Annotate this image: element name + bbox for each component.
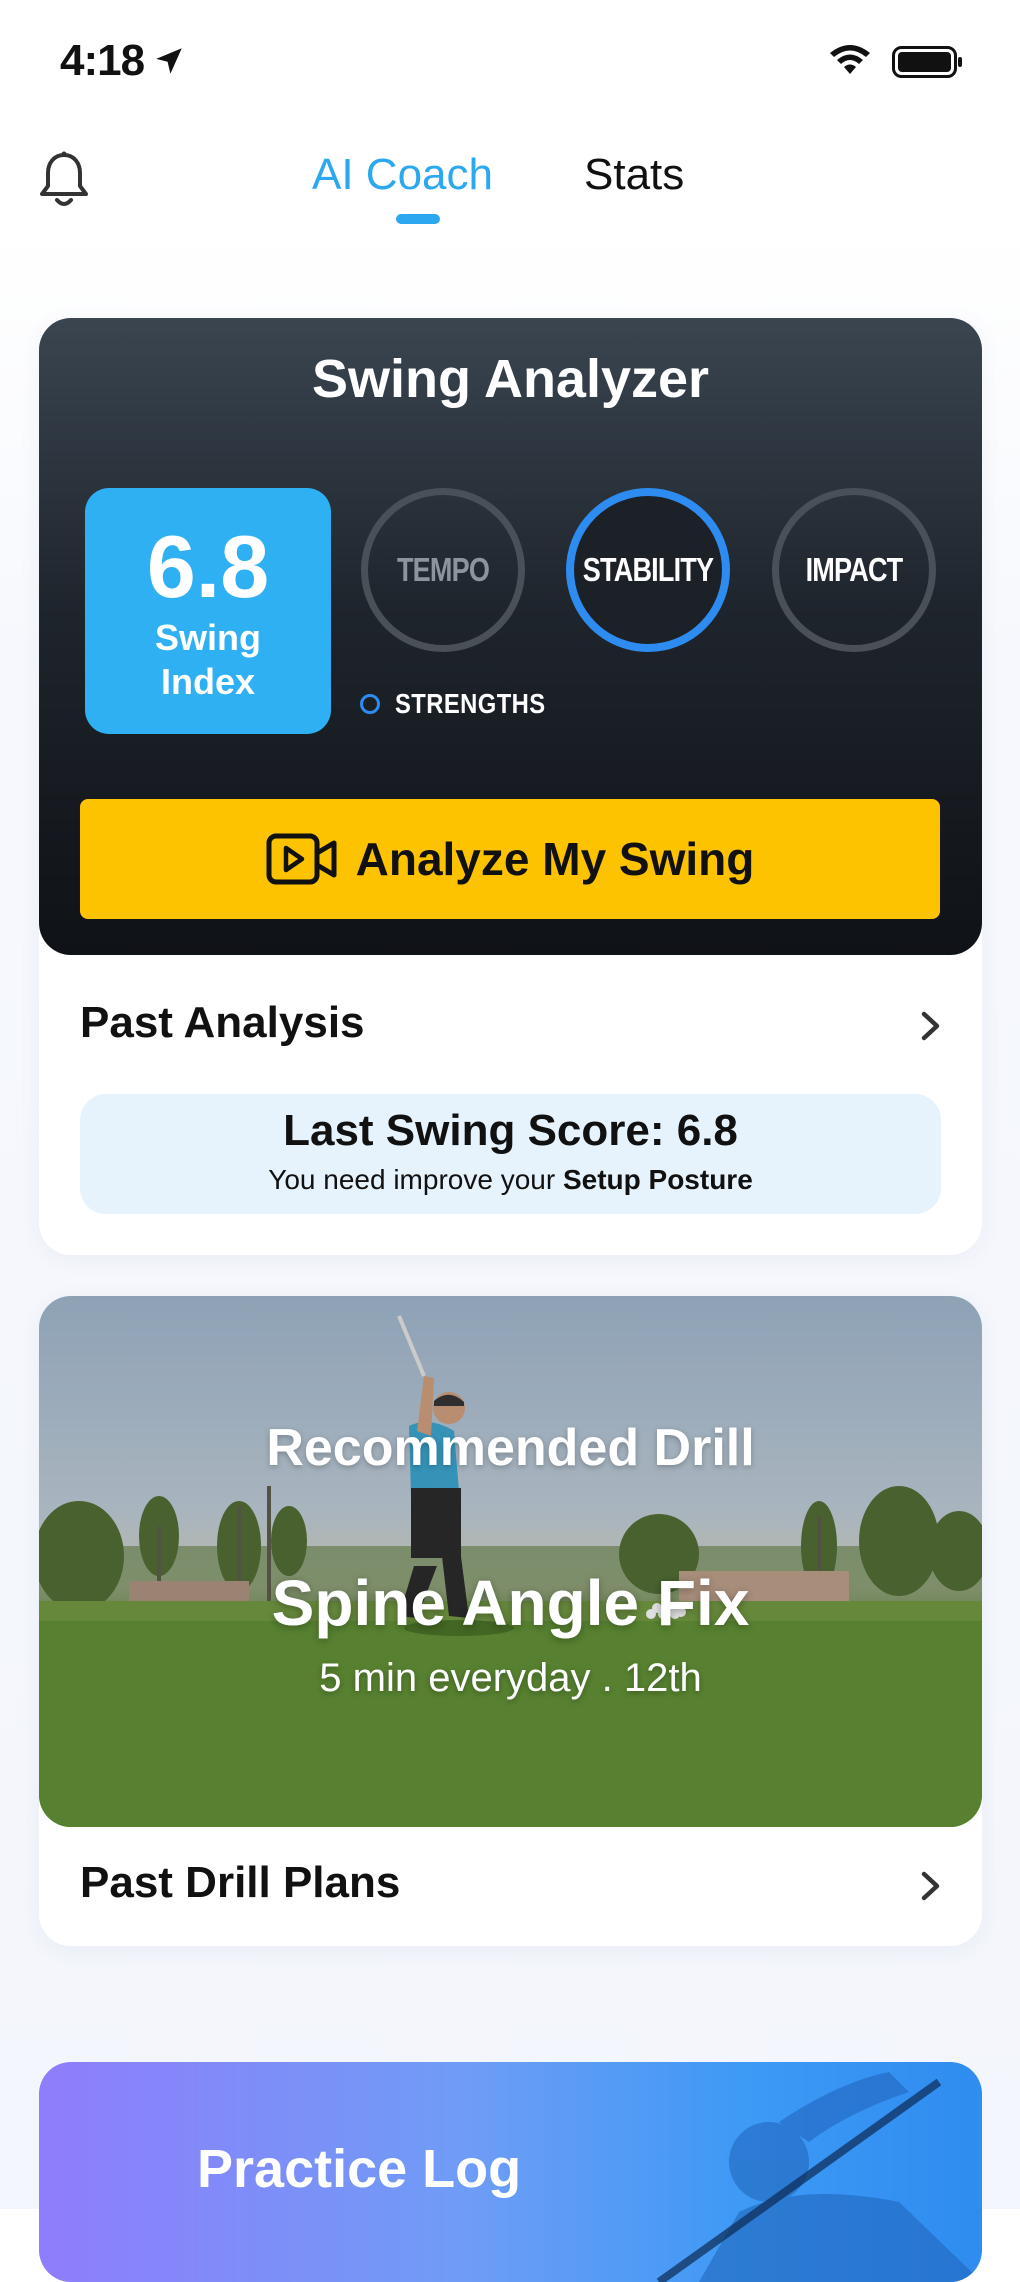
analyze-my-swing-button[interactable]: Analyze My Swing bbox=[80, 799, 940, 919]
last-swing-score: Last Swing Score: 6.8 bbox=[283, 1106, 738, 1155]
past-analysis-title[interactable]: Past Analysis bbox=[80, 998, 365, 1048]
metric-tempo[interactable]: TEMPO bbox=[361, 488, 525, 652]
tab-ai-coach[interactable]: AI Coach bbox=[312, 150, 493, 200]
improvement-note: You need improve your Setup Posture bbox=[80, 1164, 941, 1196]
improvement-note-prefix: You need improve your bbox=[268, 1164, 563, 1195]
metric-tempo-label: TEMPO bbox=[396, 551, 490, 588]
status-time: 4:18 bbox=[60, 36, 145, 85]
video-camera-icon bbox=[266, 833, 337, 885]
wifi-icon bbox=[830, 45, 870, 74]
swing-index-box: 6.8 Swing Index bbox=[85, 488, 331, 734]
metric-stability[interactable]: STABILITY bbox=[566, 488, 730, 652]
drill-schedule: 5 min everyday . 12th bbox=[319, 1656, 702, 1700]
recommended-drill-card[interactable]: Recommended Drill Spine Angle Fix 5 min … bbox=[39, 1296, 982, 1827]
golfer-photo bbox=[39, 1296, 982, 1827]
swing-analyzer-card: Swing Analyzer 6.8 Swing Index TEMPO STA… bbox=[39, 318, 982, 955]
bell-icon[interactable] bbox=[36, 150, 92, 210]
drill-name: Spine Angle Fix bbox=[271, 1567, 750, 1639]
practice-log-title: Practice Log bbox=[197, 2139, 522, 2199]
improvement-focus: Setup Posture bbox=[562, 1164, 753, 1195]
metric-impact[interactable]: IMPACT bbox=[772, 488, 936, 652]
strengths-legend-icon bbox=[360, 694, 380, 714]
analyze-my-swing-label: Analyze My Swing bbox=[355, 833, 755, 885]
strengths-legend-label: STRENGTHS bbox=[395, 688, 546, 719]
recommended-drill-heading: Recommended Drill bbox=[266, 1419, 755, 1477]
last-swing-score-box[interactable]: Last Swing Score: 6.8 You need improve y… bbox=[80, 1094, 941, 1214]
past-analysis-chevron-icon[interactable] bbox=[918, 1008, 944, 1044]
swing-index-value: 6.8 bbox=[146, 517, 270, 616]
past-drill-plans-title[interactable]: Past Drill Plans bbox=[80, 1858, 400, 1908]
active-tab-indicator bbox=[396, 214, 440, 224]
swing-analyzer-title: Swing Analyzer bbox=[311, 349, 710, 409]
battery-icon bbox=[892, 46, 962, 78]
practice-log-card[interactable]: Practice Log bbox=[39, 2062, 982, 2282]
tab-stats[interactable]: Stats bbox=[584, 150, 684, 200]
location-arrow-icon bbox=[156, 48, 182, 74]
metric-stability-label: STABILITY bbox=[582, 551, 714, 588]
metric-impact-label: IMPACT bbox=[805, 551, 904, 588]
past-drill-plans-chevron-icon[interactable] bbox=[918, 1868, 944, 1904]
swing-index-label-text: Swing Index bbox=[155, 617, 261, 702]
swing-index-label: Swing Index bbox=[85, 616, 331, 704]
